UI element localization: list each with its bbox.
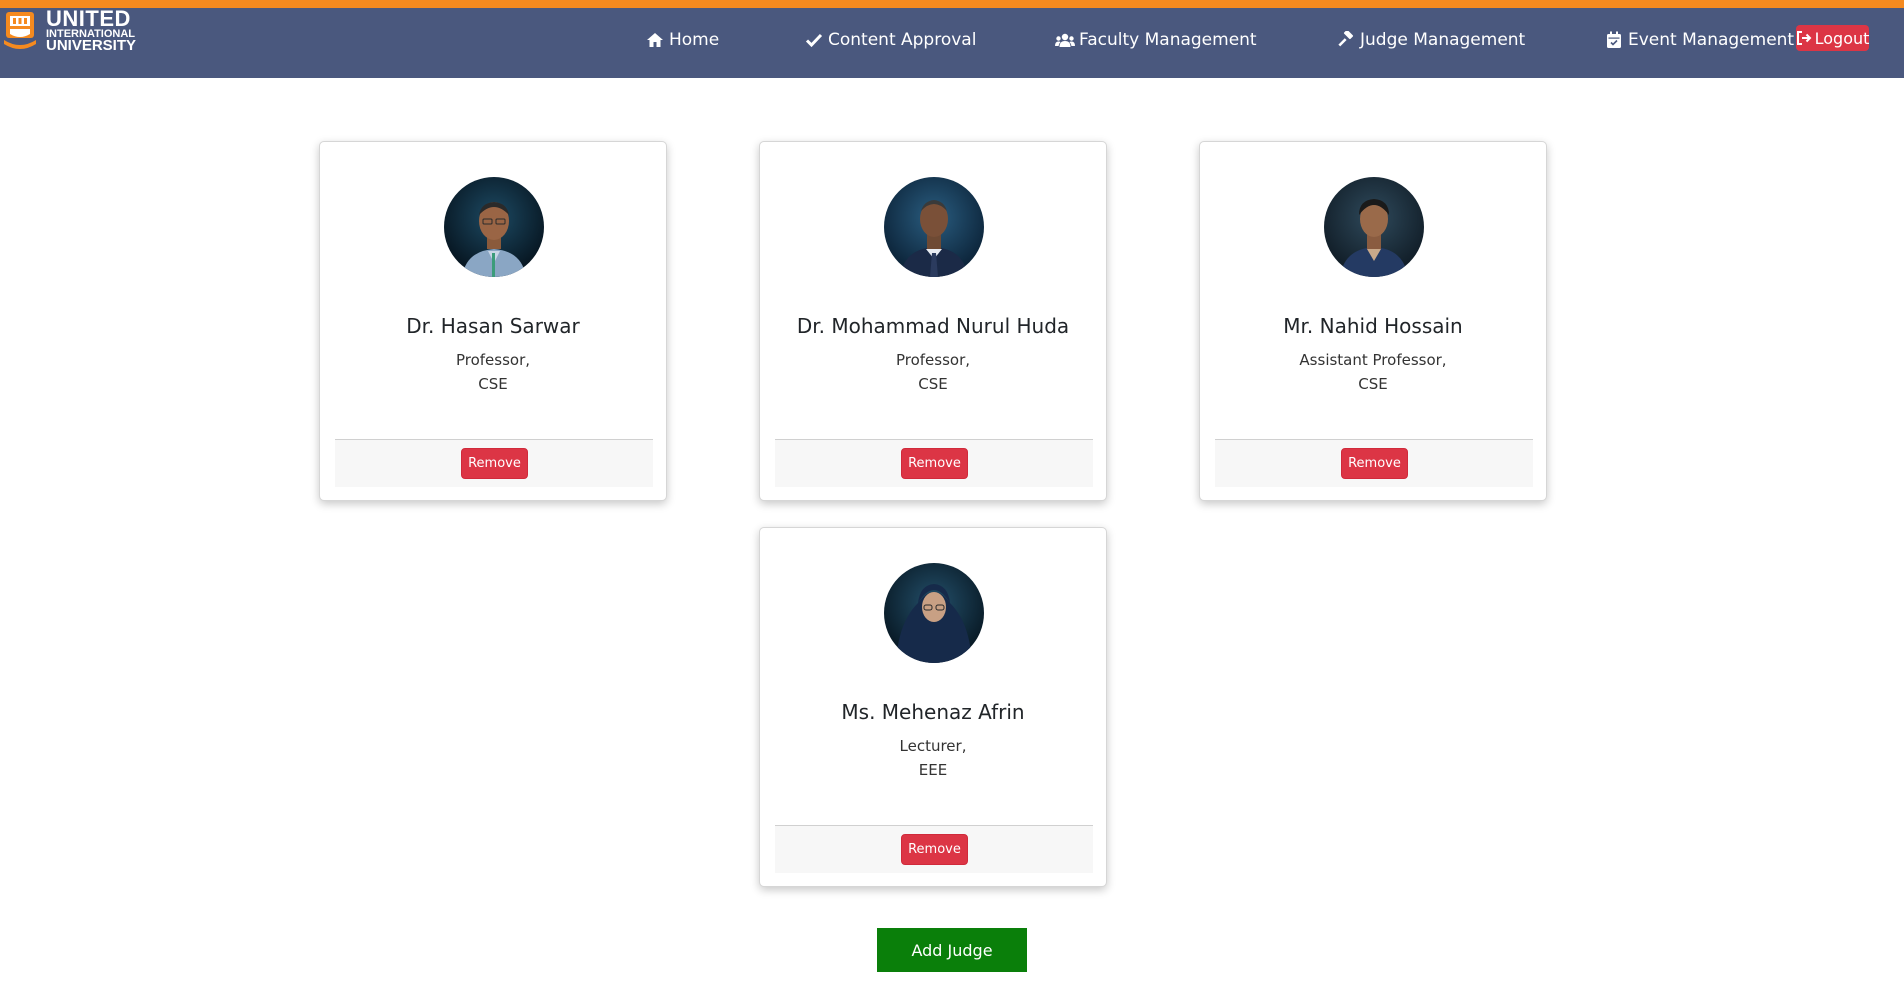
remove-judge-button[interactable]: Remove	[901, 448, 968, 479]
crest-icon	[4, 12, 36, 49]
home-icon	[645, 31, 665, 49]
avatar	[884, 177, 984, 277]
card-footer: Remove	[775, 825, 1093, 873]
judge-department: CSE	[918, 375, 948, 393]
avatar	[884, 563, 984, 663]
judge-name: Ms. Mehenaz Afrin	[841, 700, 1025, 724]
nav-faculty-management[interactable]: Faculty Management	[1055, 26, 1257, 54]
logo-word-united: UNITED	[46, 6, 131, 31]
nav-content-approval[interactable]: Content Approval	[804, 26, 976, 54]
judge-card: Dr. Hasan Sarwar Professor, CSE Remove	[319, 141, 667, 501]
users-icon	[1055, 31, 1075, 49]
nav-event-management[interactable]: Event Management	[1604, 26, 1794, 54]
judge-role: Professor,	[455, 351, 531, 369]
avatar	[1324, 177, 1424, 277]
judge-name: Dr. Hasan Sarwar	[406, 314, 580, 338]
nav-faculty-management-label: Faculty Management	[1079, 30, 1257, 50]
card-footer: Remove	[775, 439, 1093, 487]
judge-department: EEE	[918, 761, 948, 779]
sign-out-icon	[1796, 30, 1812, 46]
card-footer: Remove	[1215, 439, 1533, 487]
nav-judge-management-label: Judge Management	[1360, 30, 1526, 50]
card-footer: Remove	[335, 439, 653, 487]
logout-button[interactable]: Logout	[1796, 25, 1869, 51]
nav-home-label: Home	[669, 30, 720, 50]
add-judge-button[interactable]: Add Judge	[877, 928, 1027, 972]
judge-role: Professor,	[895, 351, 971, 369]
judge-name: Mr. Nahid Hossain	[1283, 314, 1463, 338]
judge-card: Ms. Mehenaz Afrin Lecturer, EEE Remove	[759, 527, 1107, 887]
judge-role: Lecturer,	[899, 737, 967, 755]
nav-home[interactable]: Home	[645, 26, 719, 54]
gavel-icon	[1336, 31, 1356, 49]
judge-department: CSE	[478, 375, 508, 393]
logout-label: Logout	[1814, 28, 1870, 48]
avatar	[444, 177, 544, 277]
nav-content-approval-label: Content Approval	[828, 30, 977, 50]
judge-card: Mr. Nahid Hossain Assistant Professor, C…	[1199, 141, 1547, 501]
judge-role: Assistant Professor,	[1299, 351, 1447, 369]
university-logo[interactable]: UNITED INTERNATIONAL UNIVERSITY	[0, 8, 140, 60]
remove-judge-button[interactable]: Remove	[461, 448, 528, 479]
calendar-icon	[1604, 31, 1624, 49]
navbar: UNITED INTERNATIONAL UNIVERSITY Home Con…	[0, 8, 1904, 78]
judge-name: Dr. Mohammad Nurul Huda	[796, 314, 1070, 338]
remove-judge-button[interactable]: Remove	[1341, 448, 1408, 479]
judge-department: CSE	[1358, 375, 1388, 393]
logo-word-university: UNIVERSITY	[46, 37, 137, 54]
check-icon	[804, 31, 824, 49]
top-accent-bar	[0, 0, 1904, 8]
nav-event-management-label: Event Management	[1628, 30, 1795, 50]
judge-card: Dr. Mohammad Nurul Huda Professor, CSE R…	[759, 141, 1107, 501]
remove-judge-button[interactable]: Remove	[901, 834, 968, 865]
nav-judge-management[interactable]: Judge Management	[1336, 26, 1525, 54]
